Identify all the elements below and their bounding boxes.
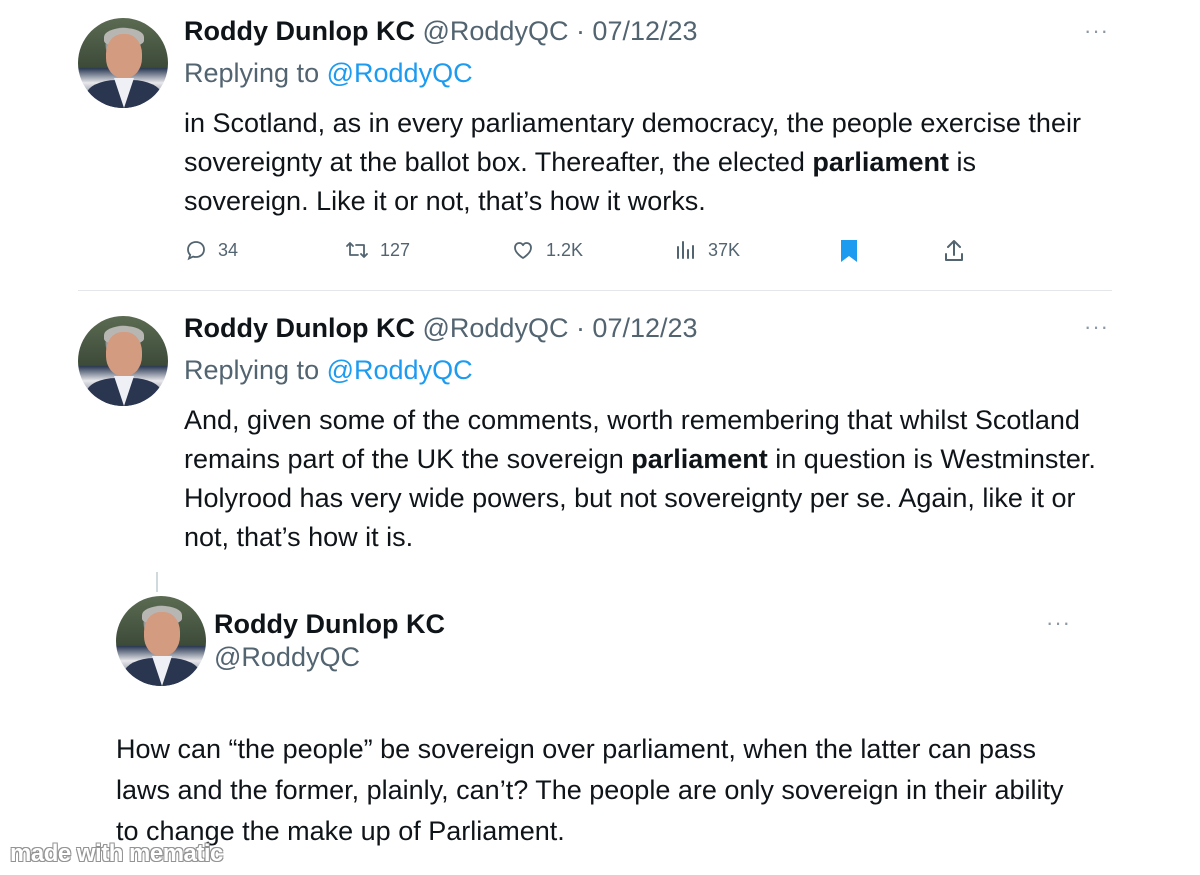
thread-line [156, 572, 158, 592]
avatar[interactable] [78, 18, 168, 108]
author-meta[interactable]: @RoddyQC · 07/12/23 [422, 16, 697, 46]
tweet-text: And, given some of the comments, worth r… [184, 401, 1114, 557]
reply-count: 34 [218, 239, 239, 260]
repost-count: 127 [380, 239, 411, 260]
like-icon [514, 242, 532, 259]
more-icon[interactable]: ··· [1084, 18, 1109, 44]
bookmark-icon [841, 240, 857, 262]
reply-button[interactable]: 34 [184, 238, 238, 262]
replying-to: Replying to @RoddyQC [184, 355, 473, 386]
views-icon [677, 241, 694, 259]
replying-to: Replying to @RoddyQC [184, 58, 473, 89]
author-name[interactable]: Roddy Dunlop KC [214, 609, 445, 640]
author-handle[interactable]: @RoddyQC [214, 642, 360, 673]
more-icon[interactable]: ··· [1084, 314, 1109, 340]
avatar[interactable] [78, 316, 168, 406]
replying-handle-link[interactable]: @RoddyQC [327, 58, 473, 88]
share-button[interactable] [942, 238, 966, 264]
tweet-header: Roddy Dunlop KC @RoddyQC · 07/12/23 [184, 313, 698, 344]
avatar[interactable] [116, 596, 206, 686]
repost-button[interactable]: 127 [344, 238, 410, 262]
share-icon [945, 240, 963, 261]
author-name[interactable]: Roddy Dunlop KC [184, 313, 415, 343]
tweet-text-bold: parliament [812, 147, 949, 177]
bookmark-button[interactable] [838, 238, 860, 264]
more-icon[interactable]: ··· [1046, 610, 1071, 636]
author-name[interactable]: Roddy Dunlop KC [184, 16, 415, 46]
replying-prefix: Replying to [184, 355, 320, 385]
tweet-text-bold: parliament [631, 444, 768, 474]
views-button[interactable]: 37K [674, 238, 740, 262]
author-meta[interactable]: @RoddyQC · 07/12/23 [422, 313, 697, 343]
replying-handle-link[interactable]: @RoddyQC [327, 355, 473, 385]
tweet-header: Roddy Dunlop KC @RoddyQC · 07/12/23 [184, 16, 698, 47]
repost-icon [346, 242, 368, 258]
reply-icon [187, 241, 205, 261]
like-button[interactable]: 1.2K [510, 238, 583, 262]
replying-prefix: Replying to [184, 58, 320, 88]
tweet-text: How can “the people” be sovereign over p… [116, 734, 1064, 846]
tweet-text: in Scotland, as in every parliamentary d… [184, 104, 1104, 221]
views-count: 37K [708, 239, 741, 260]
tweet-divider [78, 290, 1112, 291]
like-count: 1.2K [546, 239, 584, 260]
watermark: made with mematic [10, 840, 223, 867]
